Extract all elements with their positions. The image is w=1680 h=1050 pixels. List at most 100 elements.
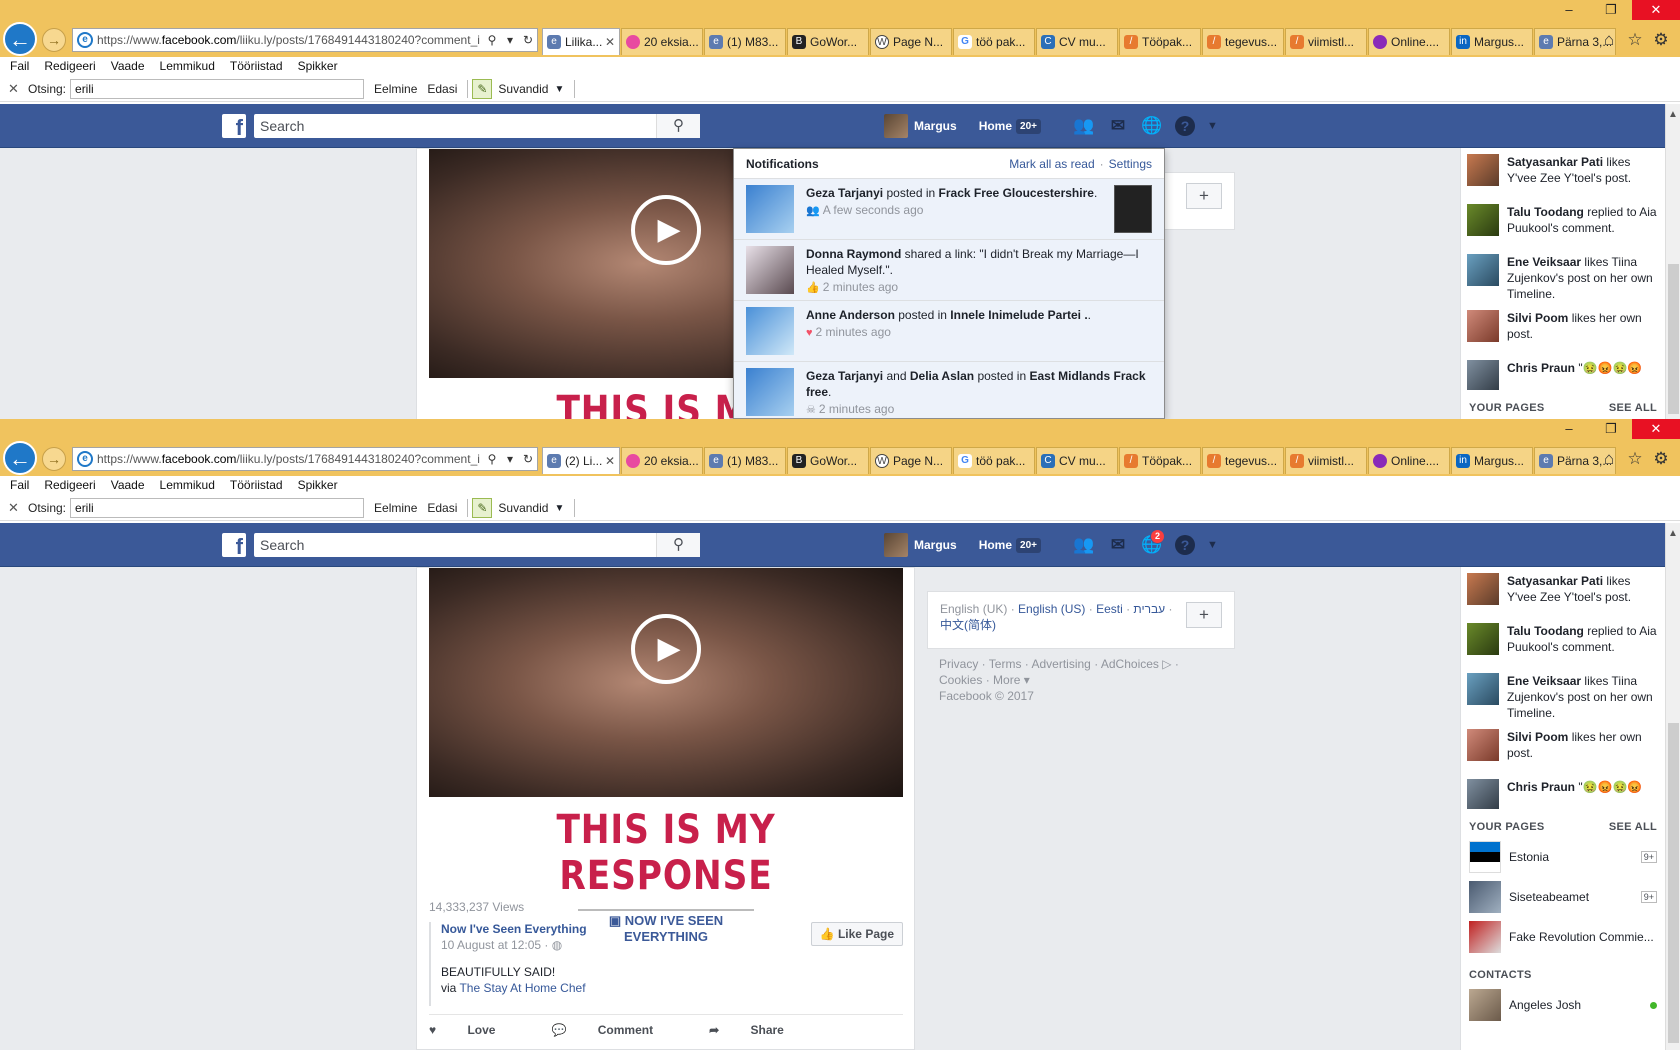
- restore-icon[interactable]: ❐: [1590, 0, 1632, 20]
- tab[interactable]: / Tööpak...: [1119, 28, 1201, 55]
- home-link[interactable]: Home: [979, 119, 1012, 133]
- tab[interactable]: in Margus...: [1451, 447, 1533, 474]
- home-link[interactable]: Home: [979, 538, 1012, 552]
- find-prev-button[interactable]: Eelmine: [374, 501, 417, 515]
- find-next-button[interactable]: Edasi: [427, 501, 457, 515]
- ticker-item[interactable]: Talu Toodang replied to Aia Puukool's co…: [1461, 617, 1665, 667]
- tab[interactable]: Gtöö pak...: [953, 447, 1035, 474]
- menu-item[interactable]: Tööriistad: [230, 57, 283, 75]
- tab[interactable]: W Page N...: [870, 28, 952, 55]
- menu-item[interactable]: Lemmikud: [160, 57, 215, 75]
- page-item[interactable]: Siseteabeamet 9+: [1461, 877, 1665, 917]
- tab[interactable]: B GoWor...: [787, 28, 869, 55]
- menu-item[interactable]: Lemmikud: [160, 476, 215, 494]
- search-icon[interactable]: ⚲: [483, 33, 501, 47]
- tab[interactable]: 20 eksia...: [621, 28, 703, 55]
- back-button[interactable]: ←: [3, 441, 37, 475]
- home-icon[interactable]: ⌂: [1596, 449, 1622, 469]
- gear-icon[interactable]: ⚙: [1648, 449, 1674, 469]
- menu-item[interactable]: Redigeeri: [44, 57, 95, 75]
- menu-item[interactable]: Vaade: [111, 476, 145, 494]
- find-next-button[interactable]: Edasi: [427, 82, 457, 96]
- menu-item[interactable]: Spikker: [298, 57, 338, 75]
- tab-active[interactable]: e (2) Li... ✕: [542, 447, 620, 474]
- facebook-search[interactable]: Search ⚲: [254, 533, 700, 557]
- add-language-button[interactable]: +: [1186, 183, 1222, 209]
- play-icon[interactable]: ▶: [631, 614, 701, 684]
- facebook-logo-icon[interactable]: f: [222, 533, 246, 559]
- ticker-item[interactable]: Ene Veiksaar likes Tiina Zujenkov's post…: [1461, 248, 1665, 304]
- tab[interactable]: e (1) M83...: [704, 28, 786, 55]
- refresh-icon[interactable]: ↻: [519, 33, 537, 47]
- search-icon[interactable]: ⚲: [656, 533, 700, 557]
- forward-button[interactable]: →: [42, 28, 66, 52]
- find-options-button[interactable]: Suvandid: [498, 82, 548, 96]
- highlight-icon[interactable]: ✎: [472, 498, 493, 518]
- tab[interactable]: / tegevus...: [1202, 447, 1284, 474]
- star-icon[interactable]: ☆: [1622, 449, 1648, 469]
- tab[interactable]: / Tööpak...: [1119, 447, 1201, 474]
- dropdown-icon[interactable]: ▾: [501, 33, 519, 47]
- page-scrollbar[interactable]: ▲: [1665, 523, 1680, 1050]
- address-bar[interactable]: e https://www.facebook.com/liiku.ly/post…: [72, 28, 538, 52]
- footer-link[interactable]: More: [993, 673, 1020, 687]
- tab[interactable]: / viimistl...: [1285, 28, 1367, 55]
- star-icon[interactable]: ☆: [1622, 30, 1648, 50]
- page-scrollbar[interactable]: ▲: [1665, 104, 1680, 419]
- menu-item[interactable]: Tööriistad: [230, 476, 283, 494]
- post-date[interactable]: 10 August at 12:05 ·: [441, 938, 552, 952]
- search-icon[interactable]: ⚲: [656, 114, 700, 138]
- contact-item[interactable]: Angeles Josh: [1461, 985, 1665, 1025]
- ticker-item[interactable]: Chris Praun "🤢😡🤢😡: [1461, 354, 1665, 390]
- video-thumbnail[interactable]: ▶: [429, 568, 903, 797]
- language-link[interactable]: 中文(简体): [940, 618, 996, 632]
- close-find-icon[interactable]: ✕: [8, 500, 22, 516]
- close-window-icon[interactable]: ✕: [1632, 419, 1680, 439]
- refresh-icon[interactable]: ↻: [519, 452, 537, 466]
- chevron-down-icon[interactable]: ▼: [554, 84, 564, 95]
- notifications-globe-icon[interactable]: 🌐 2: [1135, 529, 1169, 557]
- tab[interactable]: W Page N...: [870, 447, 952, 474]
- close-tab-icon[interactable]: ✕: [603, 454, 615, 468]
- ticker-item[interactable]: Silvi Poom likes her own post.: [1461, 304, 1665, 354]
- ticker-item[interactable]: Silvi Poom likes her own post.: [1461, 723, 1665, 773]
- tab[interactable]: e (1) M83...: [704, 447, 786, 474]
- footer-link[interactable]: Cookies: [939, 673, 982, 687]
- menu-item[interactable]: Vaade: [111, 57, 145, 75]
- restore-icon[interactable]: ❐: [1590, 419, 1632, 439]
- scroll-up-icon[interactable]: ▲: [1666, 104, 1680, 126]
- footer-link[interactable]: Advertising: [1031, 657, 1090, 671]
- language-link[interactable]: Eesti: [1096, 602, 1123, 616]
- scroll-thumb[interactable]: [1668, 264, 1679, 414]
- address-bar[interactable]: e https://www.facebook.com/liiku.ly/post…: [72, 447, 538, 471]
- back-button[interactable]: ←: [3, 22, 37, 56]
- search-icon[interactable]: ⚲: [483, 452, 501, 466]
- find-input[interactable]: erili: [70, 79, 365, 99]
- home-icon[interactable]: ⌂: [1596, 30, 1622, 50]
- see-all-link[interactable]: SEE ALL: [1609, 398, 1657, 418]
- help-icon[interactable]: ?: [1175, 116, 1195, 136]
- forward-button[interactable]: →: [42, 447, 66, 471]
- close-find-icon[interactable]: ✕: [8, 81, 22, 97]
- footer-link[interactable]: Privacy: [939, 657, 978, 671]
- like-page-button[interactable]: 👍 Like Page: [810, 922, 903, 946]
- facebook-logo-icon[interactable]: f: [222, 114, 246, 140]
- language-link[interactable]: English (US): [1018, 602, 1085, 616]
- share-button[interactable]: ➦ Share: [709, 1023, 812, 1037]
- tab[interactable]: Online....: [1368, 447, 1450, 474]
- avatar[interactable]: [884, 533, 908, 557]
- profile-link[interactable]: Margus: [914, 119, 957, 133]
- tab[interactable]: Gtöö pak...: [953, 28, 1035, 55]
- scroll-thumb[interactable]: [1668, 723, 1679, 1043]
- dropdown-icon[interactable]: ▾: [501, 452, 519, 466]
- tab[interactable]: C CV mu...: [1036, 447, 1118, 474]
- tab-active[interactable]: e Lilika... ✕: [542, 28, 620, 55]
- find-input[interactable]: erili: [70, 498, 365, 518]
- chevron-down-icon[interactable]: ▼: [1207, 539, 1218, 551]
- tab[interactable]: B GoWor...: [787, 447, 869, 474]
- chevron-down-icon[interactable]: ▼: [1207, 120, 1218, 132]
- facebook-search[interactable]: Search ⚲: [254, 114, 700, 138]
- tab[interactable]: 20 eksia...: [621, 447, 703, 474]
- notification-item[interactable]: Anne Anderson posted in Innele Inimelude…: [734, 301, 1164, 362]
- page-item[interactable]: Estonia 9+: [1461, 837, 1665, 877]
